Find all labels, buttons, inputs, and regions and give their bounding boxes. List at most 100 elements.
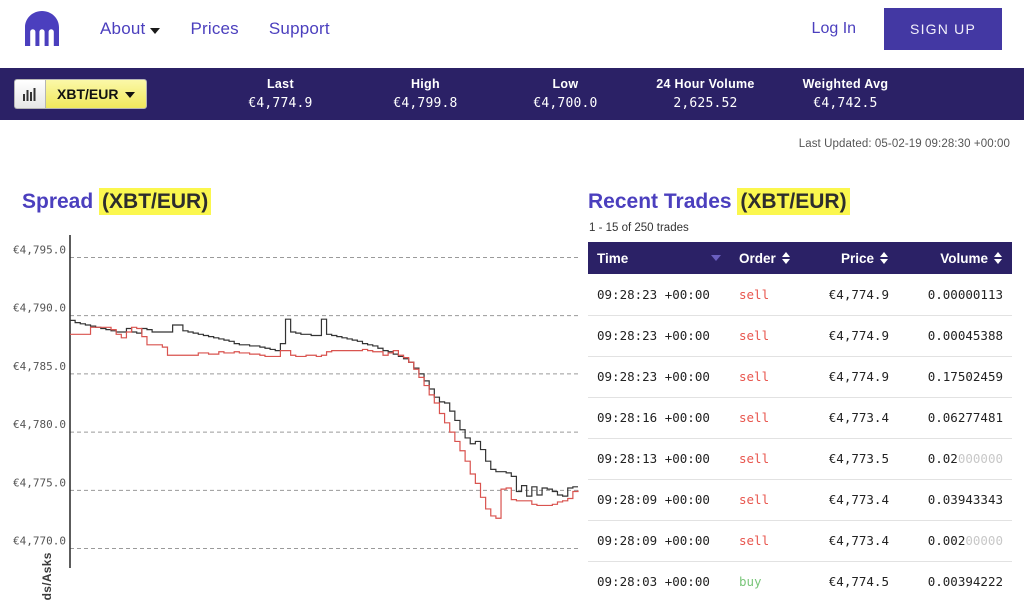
table-row[interactable]: 09:28:13 +00:00sell€4,773.50.02000000	[588, 438, 1012, 479]
column-header-price[interactable]: Price	[808, 242, 898, 274]
login-link[interactable]: Log In	[812, 20, 856, 38]
recent-trades-panel: Time Order Price	[588, 242, 1012, 600]
sort-both-icon	[994, 251, 1003, 265]
table-row[interactable]: 09:28:16 +00:00sell€4,773.40.06277481	[588, 397, 1012, 438]
volume-trailing-zeros: 00000	[965, 533, 1003, 548]
spread-section-title: Spread (XBT/EUR)	[22, 190, 211, 214]
cell-volume: 0.00045388	[898, 315, 1012, 356]
order-type-badge: sell	[739, 492, 769, 507]
stat-24h-volume-label: 24 Hour Volume	[635, 77, 775, 91]
cell-volume: 0.00200000	[898, 520, 1012, 561]
chart-y-tick-label: €4,780.0	[13, 418, 66, 431]
volume-significant: 0.03943343	[928, 492, 1003, 507]
cell-volume: 0.00394222	[898, 561, 1012, 600]
column-header-volume-label: Volume	[940, 251, 988, 266]
cell-time: 09:28:09 +00:00	[588, 520, 730, 561]
order-type-badge: sell	[739, 287, 769, 302]
cell-price: €4,773.4	[808, 479, 898, 520]
cell-order: sell	[730, 479, 808, 520]
chart-y-axis-title: Bids/Asks	[40, 552, 54, 600]
nav-right-group: Log In SIGN UP	[812, 8, 1024, 50]
nav-item-support[interactable]: Support	[269, 19, 330, 39]
stat-high: High €4,799.8	[355, 77, 495, 111]
nav-item-about-label: About	[100, 19, 145, 39]
pair-selector-group: XBT/EUR	[14, 79, 147, 109]
ticker-stats: Last €4,774.9 High €4,799.8 Low €4,700.0…	[205, 77, 1024, 111]
order-type-badge: sell	[739, 533, 769, 548]
cell-price: €4,774.9	[808, 274, 898, 315]
cell-price: €4,774.5	[808, 561, 898, 600]
cell-order: sell	[730, 315, 808, 356]
stat-last-value: €4,774.9	[205, 96, 355, 111]
cell-time: 09:28:16 +00:00	[588, 397, 730, 438]
kraken-logo[interactable]	[6, 10, 78, 48]
cell-time: 09:28:23 +00:00	[588, 356, 730, 397]
column-header-volume[interactable]: Volume	[898, 242, 1012, 274]
chart-y-tick-label: €4,795.0	[13, 243, 66, 256]
cell-order: sell	[730, 438, 808, 479]
cell-volume: 0.02000000	[898, 438, 1012, 479]
cell-price: €4,773.4	[808, 520, 898, 561]
order-type-badge: sell	[739, 328, 769, 343]
cell-order: buy	[730, 561, 808, 600]
cell-order: sell	[730, 397, 808, 438]
recent-trades-section-title: Recent Trades (XBT/EUR)	[588, 190, 850, 214]
cell-order: sell	[730, 520, 808, 561]
cell-price: €4,774.9	[808, 315, 898, 356]
chart-series-asks	[70, 319, 578, 496]
column-header-order-label: Order	[739, 251, 776, 266]
chevron-down-icon	[150, 28, 160, 34]
volume-significant: 0.17502459	[928, 369, 1003, 384]
stat-weighted-avg: Weighted Avg €4,742.5	[775, 77, 915, 111]
table-row[interactable]: 09:28:03 +00:00buy€4,774.50.00394222	[588, 561, 1012, 600]
volume-significant: 0.002	[928, 533, 966, 548]
nav-links: About Prices Support	[100, 19, 330, 39]
table-row[interactable]: 09:28:09 +00:00sell€4,773.40.00200000	[588, 520, 1012, 561]
stat-high-value: €4,799.8	[355, 96, 495, 111]
trades-count-text: 1 - 15 of 250 trades	[589, 222, 689, 234]
sort-descending-icon	[711, 255, 721, 261]
stat-low: Low €4,700.0	[495, 77, 635, 111]
nav-item-about[interactable]: About	[100, 19, 160, 39]
order-type-badge: sell	[739, 369, 769, 384]
column-header-time[interactable]: Time	[588, 242, 730, 274]
volume-significant: 0.00000113	[928, 287, 1003, 302]
bar-chart-icon	[23, 88, 37, 101]
pair-selector-button[interactable]: XBT/EUR	[45, 79, 147, 109]
chevron-down-icon	[125, 92, 135, 98]
stat-24h-volume: 24 Hour Volume 2,625.52	[635, 77, 775, 111]
table-row[interactable]: 09:28:23 +00:00sell€4,774.90.00000113	[588, 274, 1012, 315]
bar-chart-icon-button[interactable]	[14, 79, 45, 109]
signup-button[interactable]: SIGN UP	[884, 8, 1002, 50]
stat-low-value: €4,700.0	[495, 96, 635, 111]
order-type-badge: buy	[739, 574, 762, 589]
stat-weighted-avg-label: Weighted Avg	[775, 77, 915, 91]
last-updated-text: Last Updated: 05-02-19 09:28:30 +00:00	[799, 138, 1010, 150]
column-header-order[interactable]: Order	[730, 242, 808, 274]
spread-chart-svg: €4,795.0€4,790.0€4,785.0€4,780.0€4,775.0…	[0, 228, 580, 578]
chart-series-bids	[70, 327, 578, 518]
table-row[interactable]: 09:28:23 +00:00sell€4,774.90.00045388	[588, 315, 1012, 356]
table-row[interactable]: 09:28:23 +00:00sell€4,774.90.17502459	[588, 356, 1012, 397]
order-type-badge: sell	[739, 410, 769, 425]
cell-order: sell	[730, 274, 808, 315]
stat-high-label: High	[355, 77, 495, 91]
volume-significant: 0.00394222	[928, 574, 1003, 589]
ticker-bar: XBT/EUR Last €4,774.9 High €4,799.8 Low …	[0, 68, 1024, 120]
spread-title-pair: (XBT/EUR)	[99, 188, 211, 215]
sort-both-icon	[782, 251, 791, 265]
nav-item-prices[interactable]: Prices	[190, 19, 238, 39]
spread-chart: Bids/Asks €4,795.0€4,790.0€4,785.0€4,780…	[0, 228, 580, 578]
table-row[interactable]: 09:28:09 +00:00 sell €4,773.4 0.03943343	[588, 479, 1012, 520]
cell-time: 09:28:09 +00:00	[588, 479, 730, 520]
trades-title-text: Recent Trades	[588, 190, 737, 213]
column-header-time-label: Time	[597, 251, 628, 266]
recent-trades-table: Time Order Price	[588, 242, 1012, 600]
cell-volume: 0.17502459	[898, 356, 1012, 397]
chart-y-tick-label: €4,775.0	[13, 476, 66, 489]
volume-significant: 0.00045388	[928, 328, 1003, 343]
cell-order: sell	[730, 356, 808, 397]
cell-price: €4,773.4	[808, 397, 898, 438]
stat-24h-volume-value: 2,625.52	[635, 96, 775, 111]
chart-y-tick-label: €4,785.0	[13, 360, 66, 373]
